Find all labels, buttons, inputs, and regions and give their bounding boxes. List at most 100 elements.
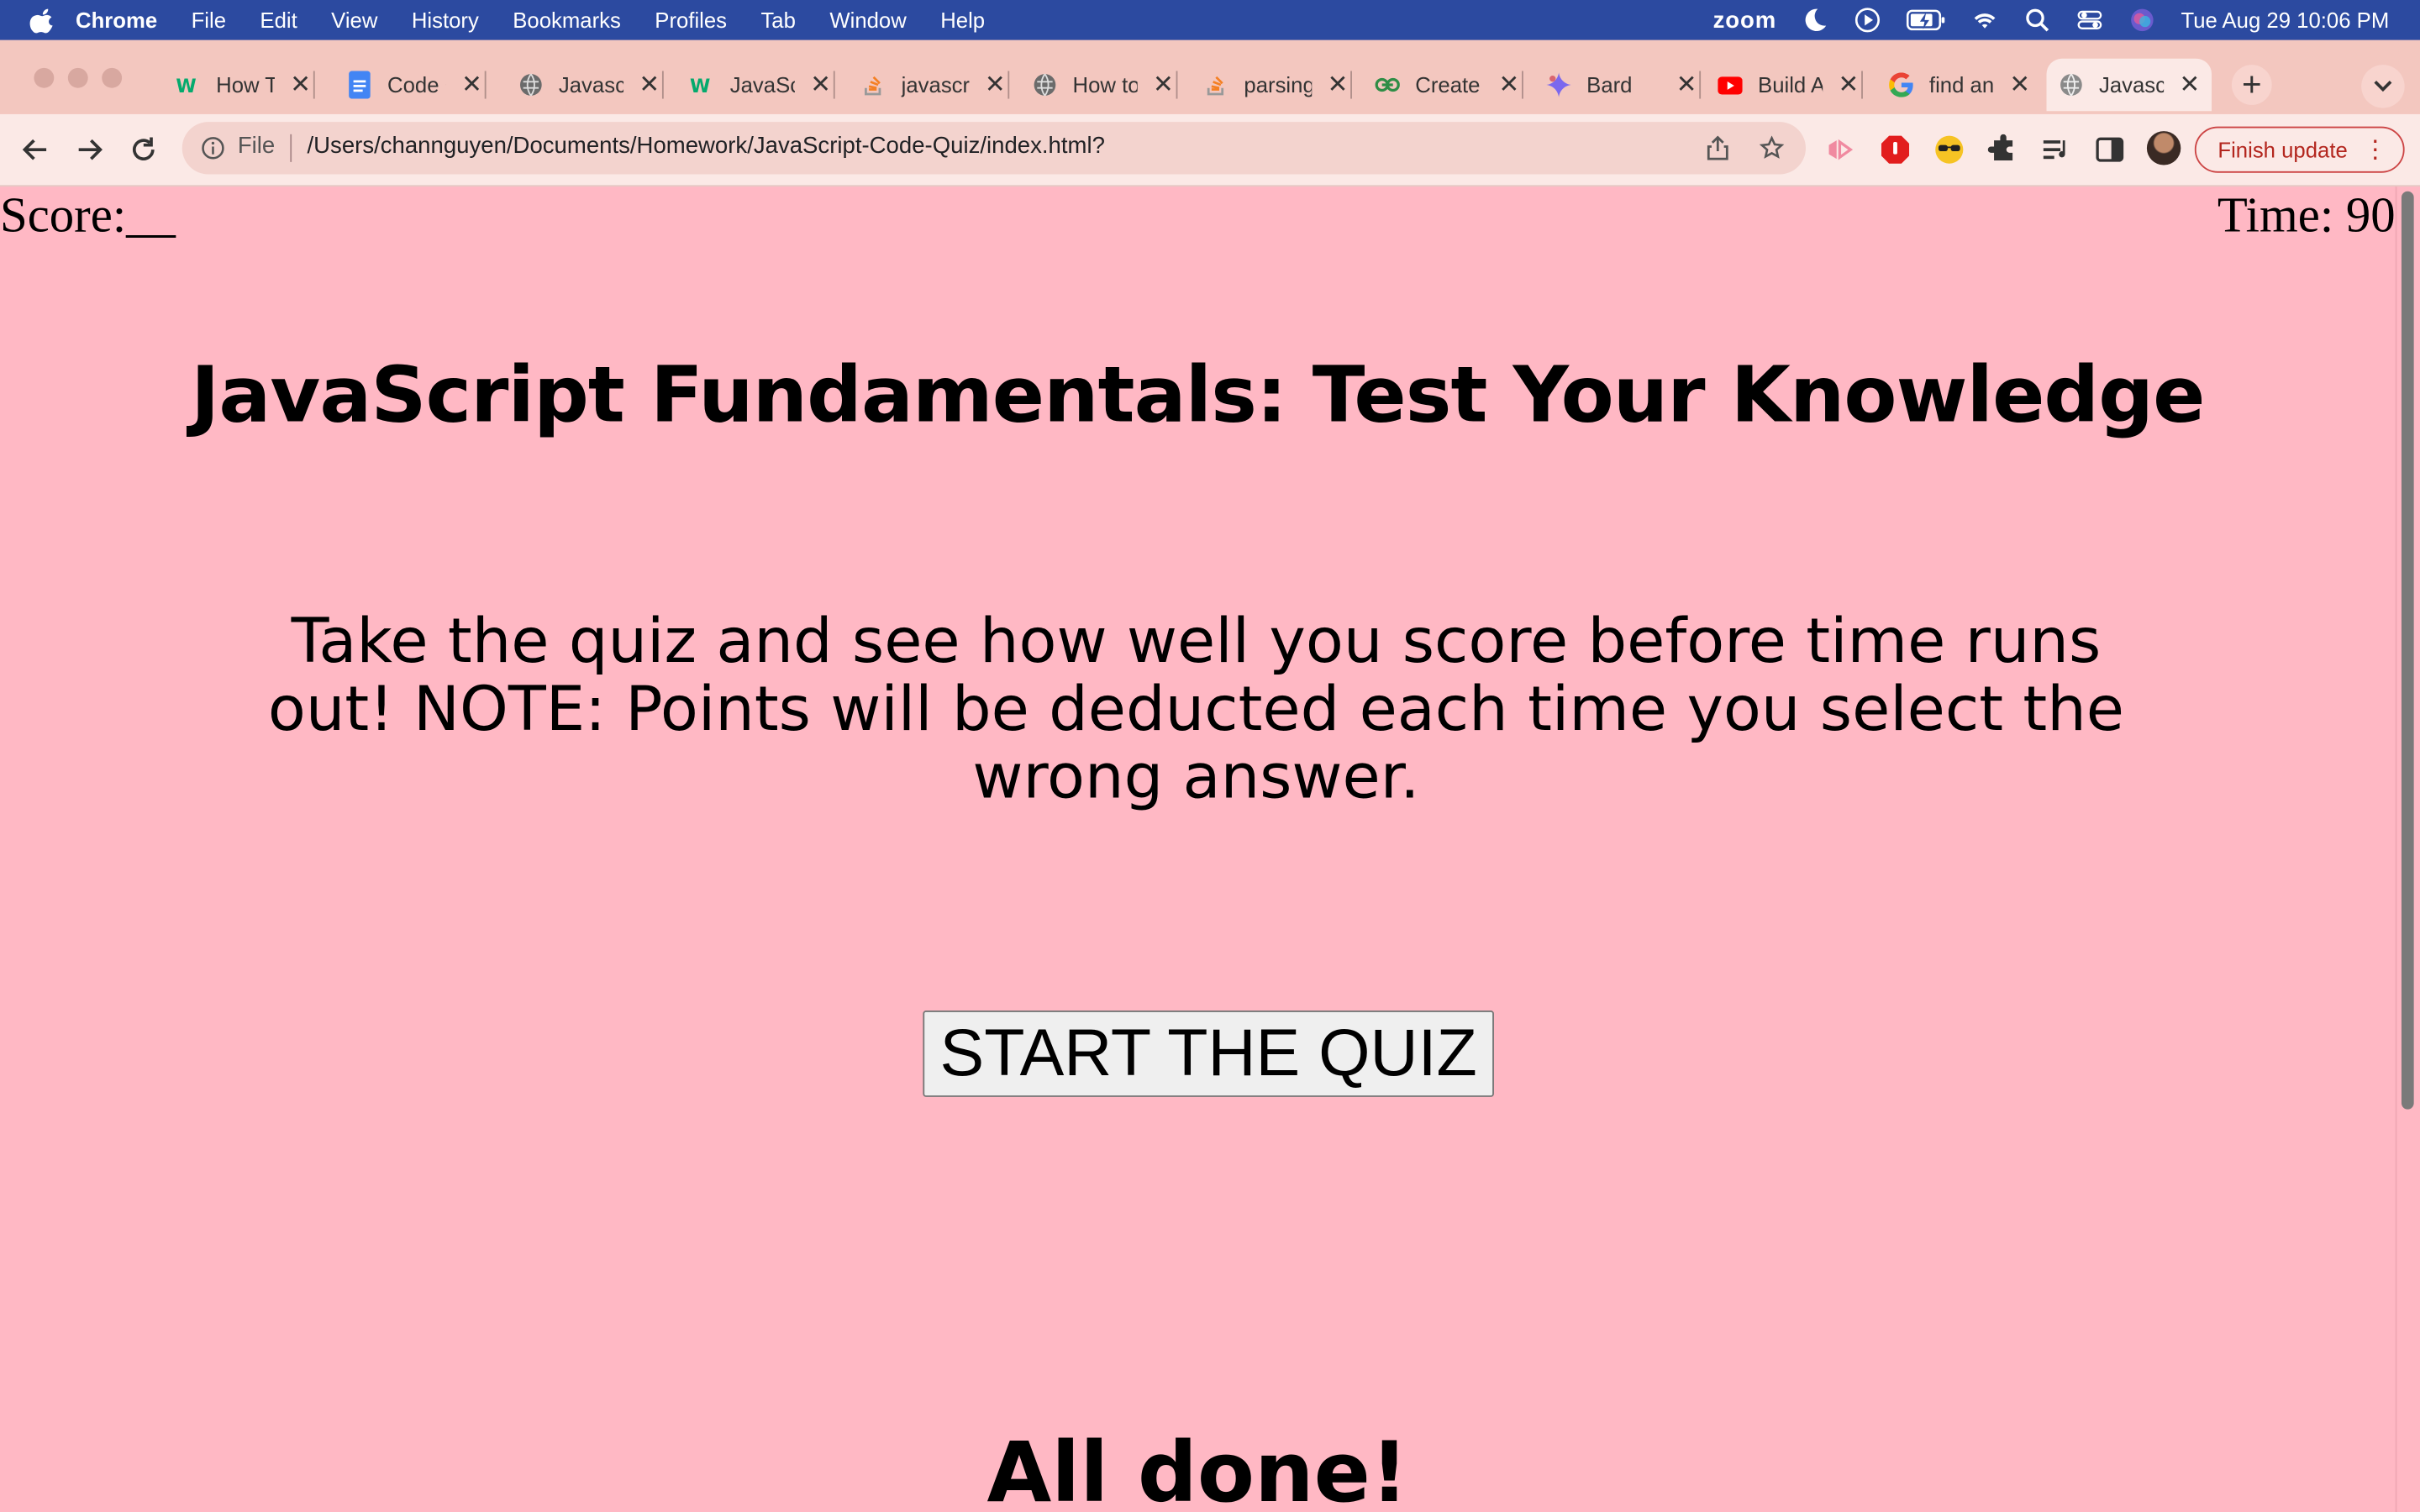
- tab-how-to[interactable]: W How To ✕: [176, 59, 317, 111]
- bard-icon: [1546, 72, 1571, 97]
- scrollbar-thumb[interactable]: [2401, 191, 2414, 1110]
- close-icon[interactable]: ✕: [2179, 70, 2200, 101]
- finish-update-button[interactable]: Finish update ⋮: [2194, 126, 2405, 173]
- tab-label: Create: [1415, 72, 1481, 97]
- tab-label: Code C: [387, 72, 446, 97]
- globe-icon: [1033, 72, 1057, 97]
- profile-avatar[interactable]: [2146, 131, 2181, 165]
- tab-label: JavaSc: [729, 72, 795, 97]
- wifi-icon[interactable]: [1971, 6, 1999, 34]
- window-close-button[interactable]: [34, 67, 55, 88]
- forward-button[interactable]: [72, 133, 106, 166]
- sunglasses-extension-icon[interactable]: [1933, 134, 1965, 165]
- menu-tab[interactable]: Tab: [760, 8, 795, 32]
- menu-app-chrome[interactable]: Chrome: [76, 8, 157, 32]
- close-icon[interactable]: ✕: [1498, 70, 1519, 101]
- close-icon[interactable]: ✕: [810, 70, 831, 101]
- menu-view[interactable]: View: [331, 8, 377, 32]
- chevron-down-icon: [2374, 81, 2392, 92]
- info-icon[interactable]: [201, 136, 225, 160]
- geeksforgeeks-icon: [1375, 72, 1400, 97]
- share-icon[interactable]: [1706, 135, 1730, 160]
- apple-logo-icon[interactable]: [29, 6, 57, 34]
- svg-text:W: W: [176, 76, 196, 97]
- tab-how-to-2[interactable]: How to ✕: [1033, 59, 1179, 111]
- page-viewport: Score:__ Time: 90 JavaScript Fundamental…: [0, 186, 2396, 1512]
- w3schools-icon: W: [690, 72, 714, 97]
- url-text[interactable]: /Users/channguyen/Documents/Homework/Jav…: [308, 133, 1105, 159]
- moon-icon[interactable]: [1802, 6, 1829, 34]
- tab-javascript-1[interactable]: Javasc ✕: [518, 59, 666, 111]
- tab-bard[interactable]: Bard ✕: [1546, 59, 1702, 111]
- menu-edit[interactable]: Edit: [260, 8, 297, 32]
- close-icon[interactable]: ✕: [1676, 70, 1697, 101]
- tab-javascript-3[interactable]: javascr ✕: [861, 59, 1011, 111]
- new-tab-button[interactable]: +: [2231, 65, 2272, 105]
- close-icon[interactable]: ✕: [1153, 70, 1174, 101]
- tab-build-a[interactable]: Build A ✕: [1718, 59, 1865, 111]
- screencast-extension-icon[interactable]: [1824, 134, 1855, 165]
- google-icon: [1889, 72, 1913, 97]
- start-quiz-button[interactable]: START THE QUIZ: [923, 1011, 1494, 1097]
- menubar-clock[interactable]: Tue Aug 29 10:06 PM: [2181, 8, 2389, 32]
- svg-text:W: W: [690, 76, 710, 97]
- extensions-puzzle-icon[interactable]: [1987, 134, 2019, 165]
- globe-icon: [518, 72, 543, 97]
- close-icon[interactable]: ✕: [639, 70, 660, 101]
- battery-charging-icon[interactable]: [1907, 6, 1947, 34]
- zoom-status-item[interactable]: zoom: [1713, 7, 1777, 33]
- back-button[interactable]: [18, 133, 52, 166]
- window-minimize-button[interactable]: [67, 67, 88, 88]
- adblock-extension-icon[interactable]: [1880, 134, 1911, 165]
- close-icon[interactable]: ✕: [2009, 70, 2030, 101]
- macos-menu-bar: Chrome File Edit View History Bookmarks …: [0, 0, 2420, 40]
- reload-button[interactable]: [127, 133, 160, 166]
- media-queue-icon[interactable]: [2040, 134, 2071, 165]
- address-bar[interactable]: File /Users/channguyen/Documents/Homewor…: [182, 122, 1806, 175]
- tab-code[interactable]: Code C ✕: [347, 59, 488, 111]
- siri-icon[interactable]: [2128, 6, 2156, 34]
- menu-history[interactable]: History: [412, 8, 479, 32]
- tab-label: parsing: [1244, 72, 1313, 97]
- tab-javascript-active[interactable]: Javasc ✕: [2046, 58, 2212, 112]
- stackoverflow-icon: [1204, 72, 1228, 97]
- youtube-icon: [1718, 72, 1743, 97]
- menu-window[interactable]: Window: [829, 8, 906, 32]
- menu-file[interactable]: File: [192, 8, 226, 32]
- quiz-instructions: Take the quiz and see how well you score…: [267, 606, 2125, 813]
- all-done-heading: All done!: [986, 1424, 1409, 1512]
- tab-create[interactable]: Create ✕: [1375, 59, 1525, 111]
- menu-help[interactable]: Help: [940, 8, 985, 32]
- close-icon[interactable]: ✕: [1328, 70, 1349, 101]
- control-center-icon[interactable]: [2076, 6, 2104, 34]
- close-icon[interactable]: ✕: [290, 70, 311, 101]
- close-icon[interactable]: ✕: [985, 70, 1006, 101]
- close-icon[interactable]: ✕: [1839, 70, 1860, 101]
- window-zoom-button[interactable]: [102, 67, 123, 88]
- side-panel-icon[interactable]: [2094, 134, 2125, 165]
- tab-parsing[interactable]: parsing ✕: [1204, 59, 1354, 111]
- more-vertical-icon: ⋮: [2363, 137, 2388, 164]
- bookmark-star-icon[interactable]: [1759, 135, 1785, 160]
- scheme-label: File: [237, 132, 276, 160]
- tab-javascript-2[interactable]: W JavaSc ✕: [690, 59, 837, 111]
- w3schools-icon: W: [176, 72, 200, 97]
- timer-display: Time: 90: [2217, 186, 2396, 243]
- tab-search-button[interactable]: [2361, 65, 2405, 108]
- page-title: JavaScript Fundamentals: Test Your Knowl…: [191, 349, 2205, 440]
- tab-label: javascr: [901, 72, 970, 97]
- menu-profiles[interactable]: Profiles: [655, 8, 727, 32]
- tab-find-an[interactable]: find an ✕: [1889, 59, 2030, 111]
- menu-bookmarks[interactable]: Bookmarks: [513, 8, 621, 32]
- tab-label: How To: [216, 72, 275, 97]
- tab-label: Javasc: [558, 72, 624, 97]
- spotlight-search-icon[interactable]: [2023, 6, 2051, 34]
- score-display: Score:__: [0, 186, 176, 243]
- tab-label: Build A: [1758, 72, 1823, 97]
- stackoverflow-icon: [861, 72, 886, 97]
- tab-label: Bard: [1586, 72, 1633, 97]
- finish-update-label: Finish update: [2217, 137, 2348, 162]
- globe-icon: [2059, 72, 2083, 97]
- close-icon[interactable]: ✕: [461, 70, 482, 101]
- play-circle-icon[interactable]: [1854, 6, 1881, 34]
